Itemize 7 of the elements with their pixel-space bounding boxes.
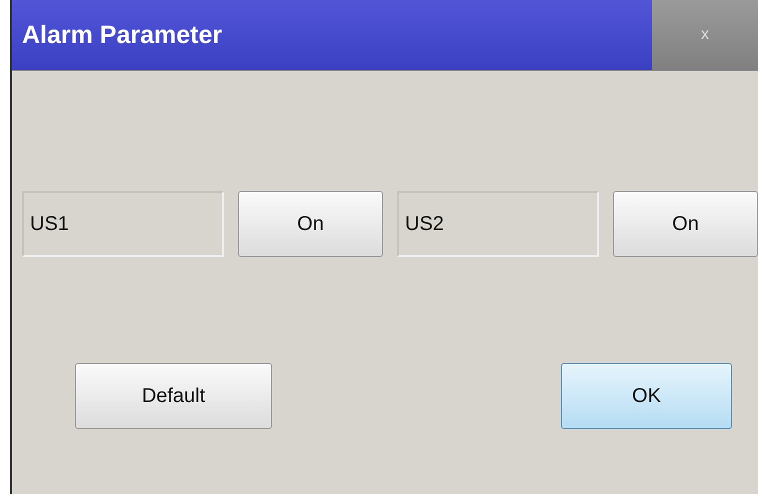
- on-button[interactable]: On: [613, 191, 758, 257]
- on-button[interactable]: On: [238, 191, 383, 257]
- channel-label: US1: [22, 191, 224, 257]
- ok-button[interactable]: OK: [561, 363, 732, 429]
- window-title: Alarm Parameter: [21, 20, 224, 50]
- default-button[interactable]: Default: [75, 363, 272, 429]
- channel-label: US2: [397, 191, 599, 257]
